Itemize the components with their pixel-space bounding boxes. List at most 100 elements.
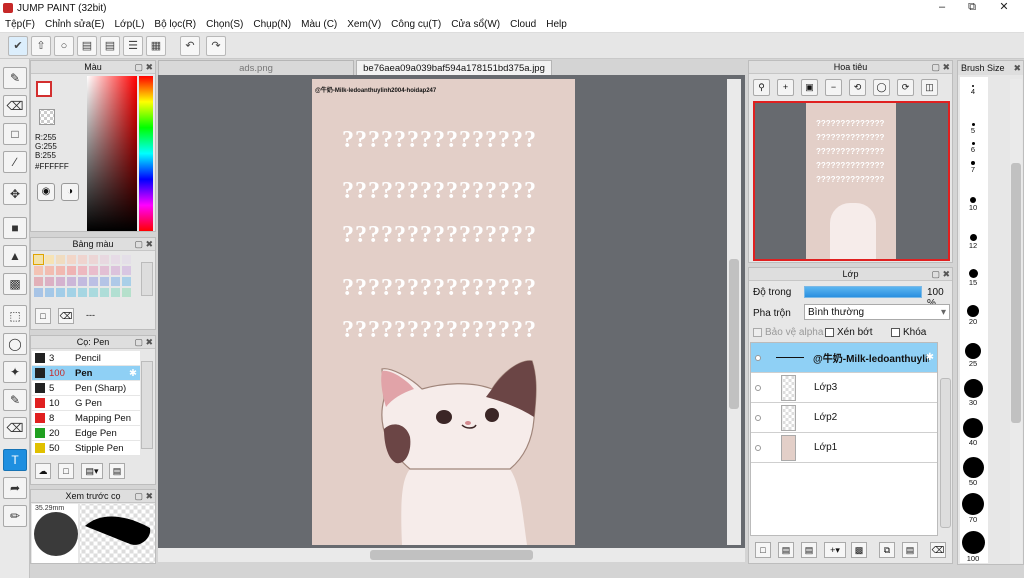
brush-settings-icon[interactable]: ▤ — [109, 463, 125, 479]
move-tool-icon[interactable]: ✥ — [3, 183, 27, 205]
size-option[interactable]: 10 — [960, 197, 986, 212]
list-icon[interactable]: ☰ — [123, 36, 143, 56]
brush-item[interactable]: 10 G Pen — [32, 396, 140, 411]
navigator-preview[interactable]: ????????????????????????????????????????… — [753, 101, 950, 261]
menu-select[interactable]: Chọn(S) — [201, 19, 248, 30]
select-eraser-icon[interactable]: ⌫ — [3, 417, 27, 439]
panel-close-icon[interactable]: ▢ ✖ — [134, 61, 153, 73]
panel-close-icon[interactable]: ▢ ✖ — [931, 61, 950, 73]
opacity-slider[interactable] — [804, 286, 922, 298]
rotate-reset-icon[interactable]: ◯ — [873, 79, 890, 96]
bucket-tool-icon[interactable]: ▲ — [3, 245, 27, 267]
layer-item[interactable]: Lớp2 — [751, 403, 937, 433]
brush-scrollbar[interactable] — [141, 361, 153, 449]
lasso-tool-icon[interactable]: ◯ — [3, 333, 27, 355]
new-layer-1bit-icon[interactable]: ▤ — [801, 542, 817, 558]
menu-help[interactable]: Help — [541, 19, 572, 30]
size-option[interactable]: 100 — [960, 531, 986, 563]
comment-icon[interactable]: ○ — [54, 36, 74, 56]
select-tool-icon[interactable]: ⬚ — [3, 305, 27, 327]
layer-item[interactable]: Lớp1 — [751, 433, 937, 463]
size-option[interactable]: 40 — [960, 418, 986, 447]
menu-capture[interactable]: Chụp(N) — [248, 19, 296, 30]
visibility-icon[interactable] — [755, 414, 761, 421]
foreground-color-swatch[interactable] — [36, 81, 52, 97]
visibility-icon[interactable] — [755, 444, 761, 451]
eraser-tool-icon[interactable]: ⌫ — [3, 95, 27, 117]
select-pen-icon[interactable]: ✎ — [3, 389, 27, 411]
brush-item-selected[interactable]: 100 Pen ✱ — [32, 366, 140, 381]
size-option[interactable]: 5 — [960, 123, 986, 135]
panel-close-icon[interactable]: ▢ ✖ — [134, 490, 153, 502]
line-tool-icon[interactable]: ∕ — [3, 151, 27, 173]
scroll-thumb[interactable] — [729, 259, 739, 409]
menu-edit[interactable]: Chỉnh sửa(E) — [40, 19, 110, 30]
tab-active-image[interactable]: be76aea09a039baf594a178151bd375a.jpg — [356, 60, 552, 75]
gear-icon[interactable]: ✱ — [129, 368, 137, 379]
menu-color[interactable]: Màu (C) — [296, 19, 342, 30]
brush-item[interactable]: 20 Edge Pen — [32, 426, 140, 441]
new-palette-icon[interactable]: □ — [35, 308, 51, 324]
size-option[interactable]: 4 — [960, 85, 986, 96]
message-icon[interactable]: ▤ — [77, 36, 97, 56]
lock-checkbox[interactable] — [891, 328, 900, 337]
scroll-thumb[interactable] — [370, 550, 533, 560]
size-option[interactable]: 12 — [960, 234, 986, 250]
size-option[interactable]: 70 — [960, 493, 986, 524]
palette-icon[interactable]: ◉ — [37, 183, 55, 201]
visibility-icon[interactable] — [755, 354, 761, 361]
new-brush-icon[interactable]: □ — [58, 463, 74, 479]
palette-grid[interactable] — [33, 254, 139, 302]
brush-tool-icon[interactable]: ✎ — [3, 67, 27, 89]
zoom-icon[interactable]: ⚲ — [753, 79, 770, 96]
duplicate-layer-icon[interactable]: ⧉ — [879, 542, 895, 558]
page-icon[interactable]: ▤ — [100, 36, 120, 56]
saturation-value-picker[interactable] — [87, 76, 137, 231]
panel-close-icon[interactable]: ▢ ✖ — [134, 336, 153, 348]
brush-menu-icon[interactable]: ▤▾ — [81, 463, 103, 479]
brush-item[interactable]: 3 Pencil — [32, 351, 140, 366]
rect-select-icon[interactable]: □ — [3, 123, 27, 145]
brush-item[interactable]: 50 Stipple Pen — [32, 441, 140, 456]
add-layer-menu-icon[interactable]: +▾ — [824, 542, 846, 558]
document-canvas[interactable]: @牛奶-Milk-ledoanthuylinh2004-hoidap247 ??… — [312, 79, 575, 545]
hue-slider[interactable] — [139, 76, 153, 231]
size-option[interactable]: 15 — [960, 269, 986, 287]
close-icon[interactable]: ✕ — [988, 0, 1020, 16]
layer-scrollbar[interactable] — [940, 378, 951, 528]
new-layer-icon[interactable]: □ — [755, 542, 771, 558]
panel-close-icon[interactable]: ✖ — [1013, 61, 1021, 75]
grid-icon[interactable]: ▦ — [146, 36, 166, 56]
eyedropper-icon[interactable]: ✏ — [3, 505, 27, 527]
canvas-horizontal-scrollbar[interactable] — [158, 548, 745, 562]
minimize-icon[interactable]: – — [926, 0, 958, 16]
check-icon[interactable]: ✔ — [8, 36, 28, 56]
scroll-thumb[interactable] — [1011, 163, 1021, 423]
menu-filter[interactable]: Bộ lọc(R) — [149, 19, 201, 30]
gear-icon[interactable]: ✱ — [926, 352, 934, 363]
panel-close-icon[interactable]: ▢ ✖ — [134, 238, 153, 250]
rotate-left-icon[interactable]: ⟲ — [849, 79, 866, 96]
clip-checkbox[interactable] — [825, 328, 834, 337]
brush-size-list[interactable]: 4 5 6 7 10 12 15 20 25 30 40 50 70 100 — [960, 77, 988, 563]
brush-item[interactable]: 5 Pen (Sharp) — [32, 381, 140, 396]
cloud-brush-icon[interactable]: ☁ — [35, 463, 51, 479]
transparent-color-swatch[interactable] — [39, 109, 55, 125]
panel-close-icon[interactable]: ▢ ✖ — [931, 268, 950, 280]
redo-icon[interactable]: ↷ — [206, 36, 226, 56]
fit-icon[interactable]: ▣ — [801, 79, 818, 96]
layer-item[interactable]: Lớp3 — [751, 373, 937, 403]
folder-icon[interactable]: ▩ — [851, 542, 867, 558]
gradient-tool-icon[interactable]: ▩ — [3, 273, 27, 295]
delete-palette-icon[interactable]: ⌫ — [58, 308, 74, 324]
palette-scrollbar[interactable] — [141, 262, 153, 296]
color-picker-icon[interactable]: ◑ — [61, 183, 79, 201]
menu-layer[interactable]: Lớp(L) — [110, 19, 150, 30]
blend-mode-select[interactable]: Bình thường ▾ — [804, 304, 950, 320]
text-tool-icon[interactable]: T — [3, 449, 27, 471]
zoom-in-icon[interactable]: + — [777, 79, 794, 96]
zoom-out-icon[interactable]: − — [825, 79, 842, 96]
size-option[interactable]: 7 — [960, 161, 986, 174]
share-icon[interactable]: ⇧ — [31, 36, 51, 56]
canvas-vertical-scrollbar[interactable] — [727, 79, 741, 545]
